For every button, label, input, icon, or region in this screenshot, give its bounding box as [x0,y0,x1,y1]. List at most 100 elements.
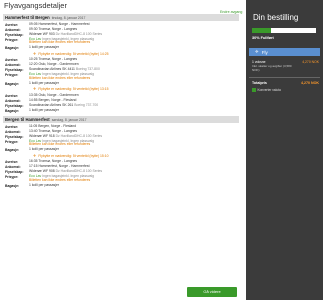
flight-segment: Avreise: 10:25 Tromsø, Norge - Langnes Ank… [3,57,239,87]
detail-value: 1 kolli per passasjer [29,45,239,50]
detail-label: Bagasje: [5,148,20,153]
departure-time: 11:05 [29,123,38,128]
total-price: 4,270 NOK [301,81,319,85]
departure-place: Bergen, Norge - Flesland [38,123,77,128]
detail-label: Prisype: [5,175,19,180]
detail-label: Ankomst: [5,27,21,32]
total-row: Totalpris 4,270 NOK [252,81,319,85]
airline: Scandinavian Airlines SK 261 [29,102,74,107]
detail-label: Prisype: [5,37,19,42]
arrival-time: 13:40 [29,128,38,133]
progress-bar [252,28,316,33]
detail-label: Flyselskap: [5,32,24,37]
plane-icon: ✈ [33,50,37,56]
departure-time: 16:35 [29,159,38,164]
detail-label: Ankomst: [5,63,21,68]
layover-notice: ✈ Flybytte er nødvendig: 5t ventetid (byt… [3,153,239,159]
detail-label: Avreise: [5,58,19,63]
detail-value: Eco Lav Ingen bagasjeinkl. Ingen plassva… [29,174,239,183]
detail-value: 1 kolli per passasjer [29,107,239,113]
adult-price: 4,270 NOK [302,60,319,64]
airline: Widerøe WF 918 [29,133,55,138]
detail-value: Eco Lav Ingen bagasjeinkl. Ingen plassva… [29,72,239,81]
fly-section[interactable]: ✈ Fly [249,48,320,56]
arrival-place: Tromsø, Norge - Langnes [38,26,78,31]
detail-label: Bagasje: [5,46,20,51]
sidebar-divider [249,77,320,78]
detail-label: Avreise: [5,160,19,165]
arrival-place: Tromsø, Norge - Langnes [38,128,78,133]
arrival-time: 09:30 [29,26,38,31]
price-warning: Billetten kan ikke endres eller refunder… [29,75,91,80]
price-warning: Billetten kan ikke endres eller refunder… [29,40,91,45]
leg-date: søndag, 8. januar 2017 [51,118,87,123]
airline: Scandinavian Airlines SK 4411 [29,67,75,72]
arrival-place: Hammerfest, Norge - Hammerfest [38,164,90,169]
leg-header: Hammerfest til Bergen tirsdag, 8. januar … [3,14,239,21]
layover-notice: ✈ Flybytte er nødvendig: 5t ventetid (byt… [3,86,239,92]
arrival-time: 12:20 [29,62,38,67]
detail-value: 1 kolli per passasjer [29,80,239,86]
detail-value: Eco Lav Ingen bagasjeinkl. Ingen plassva… [29,37,239,46]
departure-time: 09:05 [29,21,38,26]
detail-value: Scandinavian Airlines SK 261 Boeing 737-… [29,102,239,108]
detail-label: Bagasje: [5,81,20,86]
arrival-place: Bergen, Norge - Flesland [38,97,77,102]
aircraft-type: Boeing 737-700 [74,102,99,107]
departure-time: 13:35 [29,92,38,97]
plane-icon: ✈ [33,86,37,92]
aircraft-type: Boeing 737-800 [75,67,100,72]
progress-fill [252,28,272,33]
airline: Widerøe WF 908 [29,169,55,174]
detail-label: Ankomst: [5,165,21,170]
aircraft-type: Dz HavillandDHC-8 100 Series [55,31,103,36]
baggage-value: 1 kolli per passasjer [29,80,59,85]
leg-title: Bergen til Hammerfest [5,117,50,123]
detail-value: 1 kolli per passasjer [29,147,239,152]
flight-details: Hammerfest til Bergen tirsdag, 8. januar … [3,14,239,188]
detail-row: Bagasje: 1 kolli per passasjer [3,108,239,113]
layover-text: Flybytte er nødvendig: 5t ventetid (bytt… [38,153,109,158]
arrival-time: 14:55 [29,97,38,102]
departure-time: 10:25 [29,57,38,62]
total-label: Totalpris [252,81,267,85]
progress-label: 30% Fullført [252,36,274,40]
flight-segment: Avreise: 13:35 Oslo, Norge - Gardermoen An… [3,93,239,113]
departure-place: Oslo, Norge - Gardermoen [38,92,79,97]
detail-value: 1 kolli per passasjer [29,183,239,188]
detail-label: Avreise: [5,22,19,27]
baggage-value: 1 kolli per passasjer [29,147,59,152]
detail-label: Flyselskap: [5,170,24,175]
detail-label: Flyselskap: [5,134,24,139]
leg-header: Bergen til Hammerfest søndag, 8. januar 2… [3,116,239,124]
baggage-value: 1 kolli per passasjer [29,45,59,50]
detail-label: Prisype: [5,73,19,78]
departure-place: Hammerfest, Norge - Hammerfest [38,21,90,26]
fly-label: Fly [261,49,268,55]
departure-place: Tromsø, Norge - Langnes [38,57,78,62]
convert-label: Konverter valuta [257,88,281,92]
baggage-value: 1 kolli per passasjer [29,107,59,112]
plane-icon: ✈ [33,152,37,158]
detail-label: Avreise: [5,124,19,129]
aircraft-type: Dz HavillandDHC-8 100 Series [55,133,103,138]
booking-sidebar: Din bestilling 30% Fullført ✈ Fly 1 voks… [246,0,323,300]
price-warning: Billetten kan ikke endres eller refunder… [29,178,91,183]
departure-place: Tromsø, Norge - Langnes [38,159,78,164]
continue-button[interactable]: Gå videre [187,287,237,297]
detail-label: Bagasje: [5,183,20,188]
adult-note: Inkl. skatter og avgifter (3,580 NOK) [252,64,292,72]
sidebar-title: Din bestilling [253,13,299,22]
detail-label: Flyselskap: [5,68,24,73]
convert-currency[interactable]: Konverter valuta [252,88,281,92]
aircraft-type: Dz HavillandDHC-8 100 Series [55,169,103,174]
flight-segment: Avreise: 09:05 Hammerfest, Norge - Hammer… [3,22,239,51]
detail-label: Ankomst: [5,98,21,103]
leg-title: Hammerfest til Bergen [5,15,50,20]
detail-label: Prisype: [5,139,19,144]
detail-label: Bagasje: [5,108,20,113]
price-warning: Billetten kan ikke endres eller refunder… [29,142,91,147]
layover-notice: ✈ Flybytte er nødvendig: 5t ventetid (byt… [3,51,239,57]
layover-text: Flybytte er nødvendig: 5t ventetid (bytt… [38,51,109,56]
leg-date: tirsdag, 8. januar 2017 [51,16,86,20]
